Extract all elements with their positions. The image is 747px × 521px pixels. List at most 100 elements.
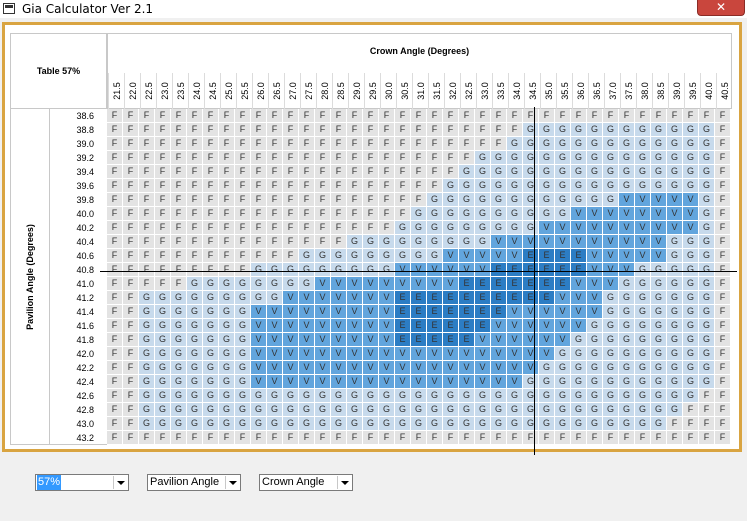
grade-cell[interactable]: G — [331, 263, 347, 277]
grade-cell[interactable]: F — [171, 221, 187, 235]
grade-cell[interactable]: F — [251, 431, 267, 445]
grade-cell[interactable]: V — [603, 207, 619, 221]
grade-cell[interactable]: F — [107, 151, 123, 165]
grade-cell[interactable]: G — [491, 403, 507, 417]
grade-cell[interactable]: G — [187, 291, 203, 305]
grade-cell[interactable]: F — [331, 207, 347, 221]
grade-cell[interactable]: G — [507, 207, 523, 221]
grade-cell[interactable]: V — [571, 221, 587, 235]
grade-cell[interactable]: F — [251, 151, 267, 165]
grade-cell[interactable]: F — [571, 109, 587, 123]
grade-cell[interactable]: V — [491, 347, 507, 361]
table-select[interactable]: 57% — [35, 474, 129, 491]
grade-cell[interactable]: G — [203, 417, 219, 431]
grade-cell[interactable]: G — [443, 193, 459, 207]
grade-cell[interactable]: E — [523, 291, 539, 305]
grade-cell[interactable]: G — [203, 375, 219, 389]
grade-cell[interactable]: V — [459, 263, 475, 277]
grade-cell[interactable]: V — [507, 347, 523, 361]
grade-cell[interactable]: F — [715, 389, 731, 403]
grade-cell[interactable]: E — [443, 333, 459, 347]
grade-cell[interactable]: G — [235, 291, 251, 305]
grade-cell[interactable]: E — [411, 305, 427, 319]
grade-cell[interactable]: G — [379, 263, 395, 277]
grade-cell[interactable]: F — [299, 109, 315, 123]
grade-cell[interactable]: F — [219, 207, 235, 221]
grade-cell[interactable]: F — [331, 193, 347, 207]
grade-cell[interactable]: F — [491, 109, 507, 123]
grade-cell[interactable]: G — [443, 207, 459, 221]
grade-cell[interactable]: F — [107, 193, 123, 207]
grade-cell[interactable]: G — [587, 165, 603, 179]
grade-cell[interactable]: G — [667, 305, 683, 319]
grade-cell[interactable]: V — [571, 291, 587, 305]
grade-cell[interactable]: F — [299, 123, 315, 137]
grade-cell[interactable]: G — [475, 207, 491, 221]
grade-cell[interactable]: E — [427, 291, 443, 305]
grade-cell[interactable]: E — [555, 277, 571, 291]
grade-cell[interactable]: G — [219, 389, 235, 403]
grade-cell[interactable]: F — [123, 333, 139, 347]
grade-cell[interactable]: G — [603, 361, 619, 375]
grade-cell[interactable]: V — [603, 249, 619, 263]
grade-cell[interactable]: F — [347, 179, 363, 193]
grade-cell[interactable]: F — [123, 389, 139, 403]
grade-cell[interactable]: F — [379, 193, 395, 207]
grade-cell[interactable]: G — [587, 123, 603, 137]
grade-cell[interactable]: F — [107, 333, 123, 347]
grade-cell[interactable]: G — [539, 165, 555, 179]
grade-cell[interactable]: V — [651, 207, 667, 221]
grade-cell[interactable]: G — [523, 151, 539, 165]
grade-cell[interactable]: F — [443, 137, 459, 151]
grade-cell[interactable]: F — [107, 179, 123, 193]
grade-cell[interactable]: G — [651, 403, 667, 417]
grade-cell[interactable]: G — [603, 123, 619, 137]
grade-cell[interactable]: G — [571, 151, 587, 165]
grade-cell[interactable]: F — [347, 193, 363, 207]
grade-cell[interactable]: F — [699, 109, 715, 123]
grade-cell[interactable]: F — [299, 193, 315, 207]
grade-cell[interactable]: G — [427, 389, 443, 403]
grade-cell[interactable]: G — [587, 179, 603, 193]
grade-cell[interactable]: G — [379, 235, 395, 249]
grade-cell[interactable]: V — [523, 347, 539, 361]
grade-cell[interactable]: G — [699, 179, 715, 193]
grade-cell[interactable]: E — [459, 333, 475, 347]
grade-cell[interactable]: G — [635, 179, 651, 193]
grade-cell[interactable]: G — [523, 417, 539, 431]
grade-cell[interactable]: F — [123, 305, 139, 319]
grade-cell[interactable]: G — [555, 389, 571, 403]
grade-cell[interactable]: V — [651, 193, 667, 207]
grade-cell[interactable]: F — [283, 165, 299, 179]
grade-cell[interactable]: G — [427, 235, 443, 249]
grade-cell[interactable]: V — [379, 347, 395, 361]
grade-cell[interactable]: F — [283, 221, 299, 235]
grade-cell[interactable]: V — [299, 305, 315, 319]
grade-cell[interactable]: G — [267, 403, 283, 417]
grade-cell[interactable]: G — [667, 151, 683, 165]
grade-cell[interactable]: G — [203, 291, 219, 305]
grade-cell[interactable]: G — [507, 165, 523, 179]
grade-cell[interactable]: G — [251, 417, 267, 431]
grade-cell[interactable]: F — [699, 417, 715, 431]
grade-cell[interactable]: V — [427, 347, 443, 361]
grade-cell[interactable]: G — [475, 389, 491, 403]
grade-cell[interactable]: F — [715, 319, 731, 333]
grade-cell[interactable]: G — [491, 417, 507, 431]
grade-cell[interactable]: G — [443, 403, 459, 417]
grade-cell[interactable]: F — [203, 193, 219, 207]
grade-cell[interactable]: F — [235, 123, 251, 137]
grade-cell[interactable]: F — [379, 123, 395, 137]
grade-cell[interactable]: F — [235, 207, 251, 221]
grade-cell[interactable]: V — [347, 305, 363, 319]
grade-cell[interactable]: F — [331, 179, 347, 193]
grade-cell[interactable]: F — [123, 347, 139, 361]
grade-cell[interactable]: F — [267, 193, 283, 207]
grade-cell[interactable]: F — [251, 221, 267, 235]
grade-cell[interactable]: G — [187, 375, 203, 389]
grade-cell[interactable]: G — [171, 305, 187, 319]
grade-cell[interactable]: F — [491, 431, 507, 445]
grade-cell[interactable]: F — [331, 123, 347, 137]
grade-cell[interactable]: G — [555, 361, 571, 375]
grade-cell[interactable]: V — [443, 347, 459, 361]
